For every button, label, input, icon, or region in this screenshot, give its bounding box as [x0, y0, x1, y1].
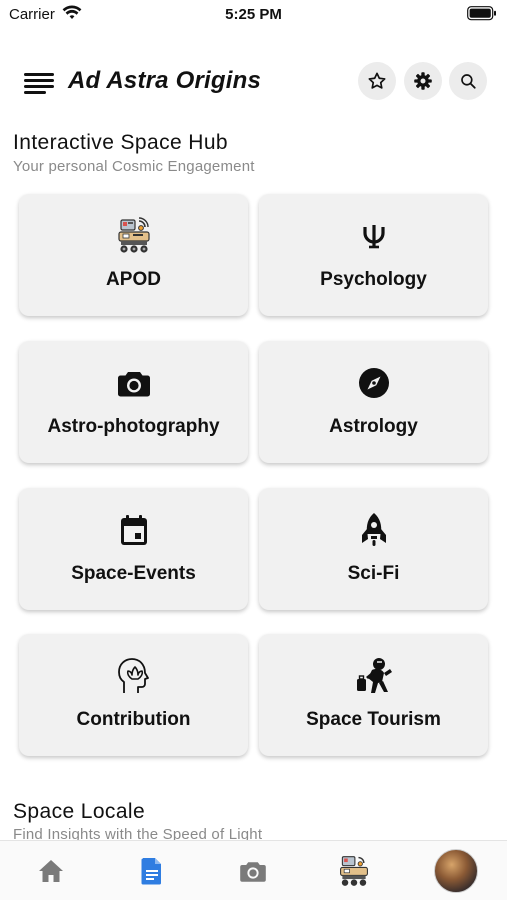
- card-label: Sci-Fi: [347, 563, 400, 584]
- star-icon: [368, 72, 386, 89]
- card-apod[interactable]: APOD: [19, 194, 248, 316]
- card-label: Space-Events: [71, 563, 196, 584]
- search-icon: [461, 74, 476, 89]
- card-label: Astro-photography: [47, 416, 220, 437]
- favorites-button[interactable]: [358, 62, 396, 100]
- nav-rover[interactable]: [324, 841, 384, 900]
- card-space-events[interactable]: Space-Events: [19, 488, 248, 610]
- nav-home[interactable]: [21, 841, 81, 900]
- card-label: Psychology: [320, 269, 427, 290]
- mind-icon: [117, 658, 149, 693]
- hub-title: Interactive Space Hub: [13, 131, 229, 154]
- menu-icon: [24, 73, 54, 94]
- card-astrology[interactable]: Astrology: [259, 341, 488, 463]
- status-time: 5:25 PM: [225, 6, 282, 23]
- compass-icon: [358, 368, 389, 398]
- camera-icon: [240, 862, 266, 882]
- app-title: Ad Astra Origins: [68, 67, 262, 94]
- settings-button[interactable]: [404, 62, 442, 100]
- card-contribution[interactable]: Contribution: [19, 634, 248, 756]
- battery-icon: [467, 6, 497, 26]
- nav-profile[interactable]: [426, 841, 486, 900]
- menu-button[interactable]: [22, 68, 56, 96]
- card-label: Astrology: [329, 416, 418, 437]
- nav-camera[interactable]: [223, 841, 283, 900]
- status-bar: Carrier 5:25 PM: [0, 0, 507, 30]
- rover-icon: [340, 856, 368, 886]
- card-astro-photography[interactable]: Astro-photography: [19, 341, 248, 463]
- card-sci-fi[interactable]: Sci-Fi: [259, 488, 488, 610]
- camera-icon: [117, 372, 150, 397]
- card-label: Contribution: [76, 709, 191, 730]
- document-icon: [141, 858, 161, 885]
- astronaut-icon: [356, 658, 392, 693]
- avatar: [434, 849, 478, 893]
- locale-title: Space Locale: [13, 800, 146, 823]
- nav-documents[interactable]: [122, 841, 182, 900]
- hub-subtitle: Your personal Cosmic Engagement: [13, 158, 255, 175]
- card-label: APOD: [106, 269, 161, 290]
- home-icon: [39, 860, 63, 882]
- rover-icon: [117, 217, 150, 253]
- card-label: Space Tourism: [306, 709, 441, 730]
- app-screen: Carrier 5:25 PM Ad Astra Origins Interac…: [0, 0, 507, 900]
- card-psychology[interactable]: Psychology: [259, 194, 488, 316]
- bottom-nav: [0, 840, 507, 900]
- search-button[interactable]: [449, 62, 487, 100]
- gear-icon: [414, 72, 432, 90]
- psi-icon: [362, 225, 385, 249]
- app-header: Ad Astra Origins: [0, 60, 507, 104]
- rocket-icon: [361, 513, 386, 546]
- card-space-tourism[interactable]: Space Tourism: [259, 634, 488, 756]
- calendar-icon: [120, 515, 147, 545]
